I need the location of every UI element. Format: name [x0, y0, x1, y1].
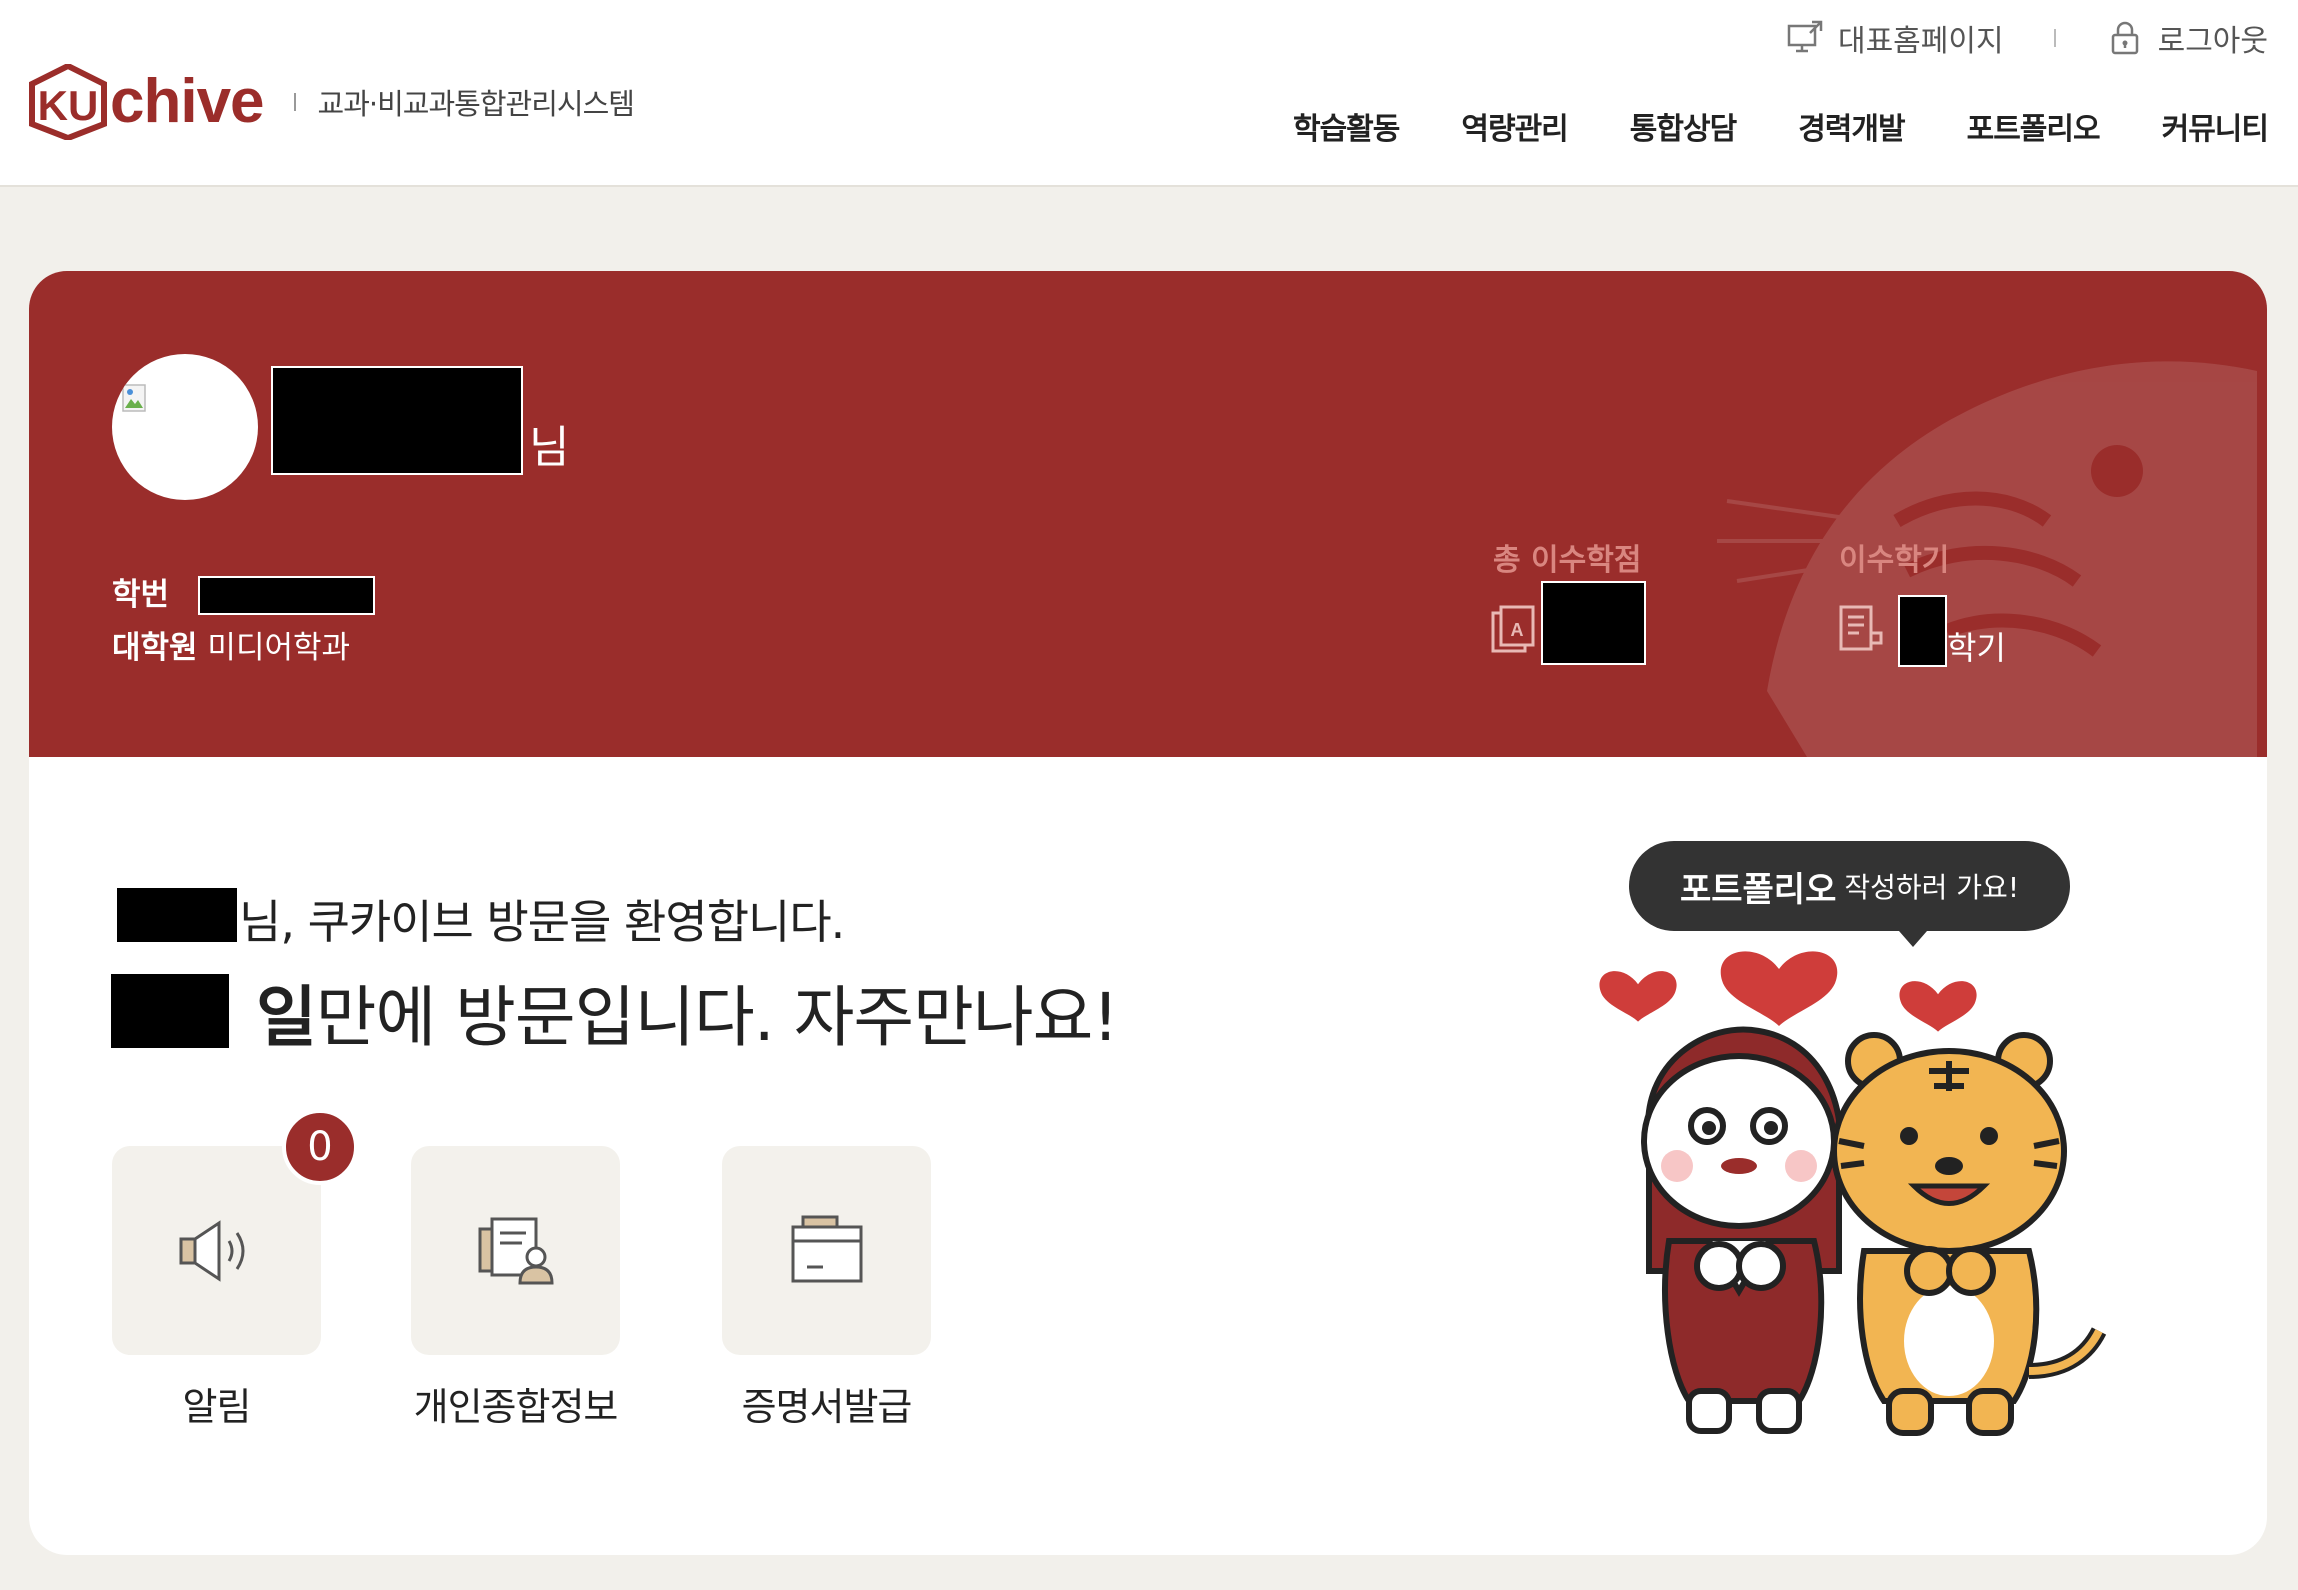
- nav-career[interactable]: 경력개발: [1798, 104, 1905, 148]
- semester-document-icon: [1839, 605, 1883, 651]
- nav-community[interactable]: 커뮤니티: [2162, 104, 2269, 148]
- notification-button[interactable]: [112, 1146, 321, 1355]
- utility-menu: 대표홈페이지 로그아웃: [1786, 16, 2268, 60]
- ku-logo-icon: KU: [29, 64, 107, 140]
- svg-text:KU: KU: [38, 82, 99, 129]
- welcome-message: 님, 쿠카이브 방문을 환영합니다.: [239, 895, 845, 949]
- util-divider: [2053, 29, 2056, 47]
- notification-label: 알림: [182, 1385, 252, 1429]
- name-suffix: 님: [529, 422, 570, 473]
- redacted-days-count: [111, 974, 229, 1048]
- notification-count-badge: 0: [282, 1109, 358, 1185]
- certificate-label: 증명서발급: [741, 1385, 913, 1429]
- visit-message-rest: 만에 방문입니다. 자주만나요!: [315, 979, 1119, 1056]
- redacted-student-id: [198, 576, 375, 615]
- division-label: 대학원: [112, 630, 198, 666]
- broken-image-icon: [122, 384, 146, 412]
- homepage-link[interactable]: 대표홈페이지: [1786, 16, 2004, 60]
- visit-days-unit: 일: [256, 979, 317, 1056]
- certificate-button[interactable]: [722, 1146, 931, 1355]
- logout-label: 로그아웃: [2157, 24, 2268, 59]
- student-id-label: 학번: [112, 577, 170, 613]
- nav-learning-activities[interactable]: 학습활동: [1293, 104, 1400, 148]
- profile-banner: 님 학번 대학원 미디어학과 총 이수학점 A 이수학기 학기: [29, 271, 2267, 757]
- speaker-icon: [179, 1219, 244, 1282]
- nav-counseling[interactable]: 통합상담: [1630, 104, 1737, 148]
- bubble-rest-text: 작성하러 가요!: [1844, 871, 2020, 904]
- redacted-name: [271, 366, 523, 475]
- credit-document-icon: A: [1491, 605, 1535, 653]
- profile-avatar: [112, 354, 258, 500]
- personal-info-label: 개인종합정보: [413, 1385, 619, 1429]
- nav-portfolio[interactable]: 포트폴리오: [1967, 104, 2101, 148]
- nav-competency[interactable]: 역량관리: [1461, 104, 1568, 148]
- portfolio-cta-bubble[interactable]: 포트폴리오 작성하러 가요!: [1629, 841, 2070, 947]
- monitor-link-icon: [1787, 20, 1823, 53]
- semesters-suffix: 학기: [1947, 629, 2006, 667]
- redacted-welcome-name: [117, 888, 237, 942]
- logo-wordmark: chive: [110, 67, 265, 136]
- redacted-semesters: [1898, 595, 1947, 667]
- logo-divider: [293, 93, 296, 111]
- dashboard-card: 님 학번 대학원 미디어학과 총 이수학점 A 이수학기 학기 님, 쿠카이브 …: [29, 271, 2267, 1555]
- folder-icon: [791, 1215, 862, 1282]
- mascot-illustration-icon: [1599, 951, 2107, 1436]
- main-nav: 학습활동 역량관리 통합상담 경력개발 포트폴리오 커뮤니티: [1231, 104, 2269, 148]
- bubble-strong-text: 포트폴리오: [1679, 869, 1837, 910]
- total-credits-label: 총 이수학점: [1493, 543, 1642, 578]
- personal-info-icon: [478, 1217, 554, 1284]
- logout-link[interactable]: 로그아웃: [2106, 16, 2268, 60]
- visit-message: 일만에 방문입니다. 자주만나요!: [256, 964, 1119, 1060]
- department-label: 미디어학과: [207, 630, 351, 666]
- top-header: KU chive 교과·비교과통합관리시스템 대표홈페이지 로그아웃 학습활동 …: [0, 0, 2298, 187]
- department-info: 대학원 미디어학과: [112, 622, 350, 667]
- system-name: 교과·비교과통합관리시스템: [317, 87, 635, 121]
- lock-icon: [2111, 21, 2138, 55]
- svg-text:A: A: [1511, 620, 1524, 640]
- redacted-total-credits: [1541, 581, 1646, 665]
- homepage-label: 대표홈페이지: [1837, 24, 2004, 59]
- site-logo[interactable]: KU chive 교과·비교과통합관리시스템: [28, 64, 635, 140]
- personal-info-button[interactable]: [411, 1146, 620, 1355]
- tiger-watermark-icon: [1717, 361, 2257, 757]
- semesters-label: 이수학기: [1839, 543, 1950, 578]
